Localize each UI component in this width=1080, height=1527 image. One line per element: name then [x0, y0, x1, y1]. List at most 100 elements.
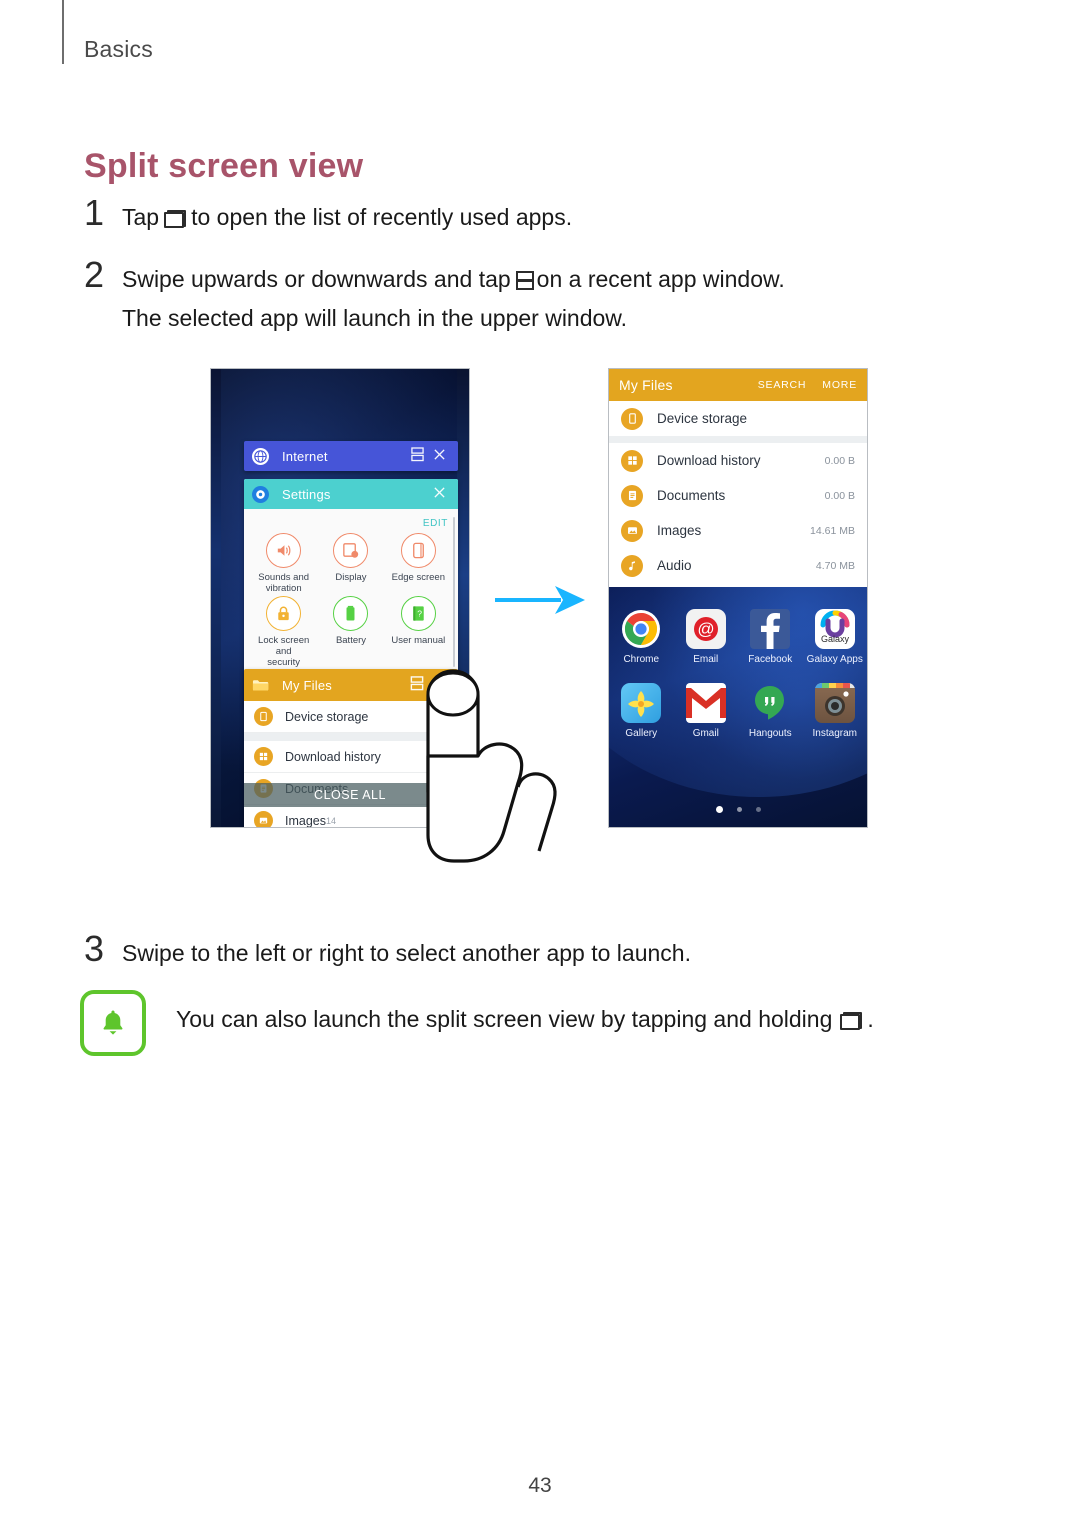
settings-tile[interactable]: ? User manual	[385, 596, 452, 668]
page-dot[interactable]	[736, 807, 742, 812]
bell-icon	[80, 990, 146, 1056]
file-size: 0.00 B	[824, 489, 855, 502]
app-label: Hangouts	[748, 728, 792, 739]
file-list-item[interactable]: Documents	[244, 773, 458, 805]
settings-tile[interactable]: Edge screen	[385, 533, 452, 594]
app-label: Gmail	[692, 728, 719, 739]
app-icon-gallery[interactable]: Gallery	[609, 683, 674, 739]
split-screen-icon	[515, 271, 534, 290]
email-icon: @	[685, 609, 726, 649]
file-list-item[interactable]: Images 14	[244, 805, 458, 828]
wallpaper-sheen	[217, 369, 469, 827]
settings-scrollbar[interactable]	[453, 517, 455, 667]
app-grid: Chrome @ Email Facebook Galaxy Galaxy Ap…	[609, 609, 867, 739]
page-dot-active[interactable]	[715, 806, 723, 813]
recent-card-settings[interactable]: Settings EDIT Sounds and vibration Displ…	[244, 479, 458, 709]
app-icon-gmail[interactable]: Gmail	[674, 683, 739, 739]
step-2-number: 2	[84, 254, 105, 295]
settings-tile-label: Edge screen	[391, 572, 445, 583]
step-3: 3 Swipe to the left or right to select a…	[84, 931, 691, 974]
file-list-item[interactable]: Device storage	[244, 701, 458, 733]
settings-tile[interactable]: Battery	[317, 596, 384, 668]
step-2: 2 Swipe upwards or downwards and tap on a…	[84, 254, 785, 300]
settings-tile-label: User manual	[391, 635, 446, 646]
file-list-item-label: Device storage	[285, 709, 369, 724]
search-button[interactable]: SEARCH	[758, 379, 807, 391]
file-list-item-label: Device storage	[657, 411, 748, 426]
document-icon	[254, 779, 273, 798]
step-2-text-after: on a recent app window.	[536, 266, 785, 292]
page-corner-rule	[62, 0, 64, 64]
split-screen-icon[interactable]	[406, 447, 428, 465]
card-app-name: My Files	[282, 677, 332, 693]
step-2-subtext: The selected app will launch in the uppe…	[122, 305, 628, 331]
file-list-item-label: Documents	[285, 781, 349, 796]
recents-icon	[164, 210, 187, 228]
galaxy-badge-text: Galaxy	[821, 634, 850, 644]
home-page-indicator[interactable]	[609, 806, 867, 813]
phone-edge-left	[211, 369, 221, 827]
file-list-item[interactable]: Documents 0.00 B	[609, 478, 867, 513]
card-title-bar: Internet	[244, 441, 458, 471]
lock-icon	[266, 596, 302, 631]
file-list-item-label: Download history	[285, 749, 381, 764]
step-1-text-after: to open the list of recently used apps.	[191, 204, 573, 230]
document-icon	[621, 484, 643, 507]
edit-button[interactable]: EDIT	[423, 518, 448, 529]
home-screen-panel: Chrome @ Email Facebook Galaxy Galaxy Ap…	[609, 587, 867, 827]
close-icon[interactable]	[428, 486, 450, 502]
download-icon	[621, 449, 643, 472]
manual-icon: ?	[400, 596, 436, 631]
battery-icon	[333, 596, 369, 631]
settings-tile[interactable]: Sounds and vibration	[250, 533, 317, 594]
app-icon-instagram[interactable]: Instagram	[803, 683, 868, 739]
file-list-item-label: Download history	[657, 453, 761, 468]
list-divider	[609, 436, 867, 443]
app-icon-chrome[interactable]: Chrome	[609, 609, 674, 665]
more-button[interactable]: MORE	[822, 379, 857, 391]
file-size: 14.61 MB	[810, 524, 855, 537]
speaker-icon	[266, 533, 302, 568]
file-list-item[interactable]: Device storage	[609, 401, 867, 436]
card-title-bar: Settings	[244, 479, 458, 509]
page-dot[interactable]	[755, 807, 761, 812]
app-label: Facebook	[748, 654, 793, 665]
close-icon[interactable]	[428, 677, 450, 693]
recent-card-my-files[interactable]: My Files Device storage Download history…	[244, 669, 458, 828]
wallpaper-swoosh	[609, 587, 867, 797]
file-list-item-label: Images	[285, 813, 326, 828]
settings-tile-label: Lock screen and security	[258, 635, 310, 668]
split-screen-icon[interactable]	[406, 676, 428, 694]
svg-text:?: ?	[417, 609, 422, 619]
app-icon-galaxy-apps[interactable]: Galaxy Galaxy Apps	[803, 609, 868, 665]
recent-card-internet[interactable]: Internet	[244, 441, 458, 471]
file-list-item[interactable]: Images 14.61 MB	[609, 513, 867, 548]
app-icon-email[interactable]: @ Email	[674, 609, 739, 665]
finger-tap-icon	[426, 669, 557, 863]
app-label: Instagram	[812, 728, 857, 739]
step-1: 1 Tap to open the list of recently used a…	[84, 195, 573, 238]
file-list-item[interactable]: Audio 4.70 MB	[609, 548, 867, 583]
app-title: My Files	[619, 377, 673, 393]
file-list-item-label: Audio	[657, 558, 692, 573]
app-label: Galaxy Apps	[806, 654, 863, 665]
close-icon[interactable]	[428, 448, 450, 464]
right-phone-screenshot: My Files SEARCH MORE Device storage Down…	[608, 368, 868, 828]
phone-edge-right	[457, 369, 469, 827]
settings-tile-label: Sounds and vibration	[258, 572, 310, 594]
note-text-after: .	[867, 1006, 874, 1032]
arrow-right-icon	[493, 580, 593, 625]
close-all-button[interactable]: CLOSE ALL	[244, 783, 456, 807]
settings-edit-row: EDIT	[244, 509, 458, 531]
file-list-item[interactable]: Download history 0.00 B	[609, 443, 867, 478]
app-icon-hangouts[interactable]: Hangouts	[738, 683, 803, 739]
file-list-item[interactable]: Download history	[244, 741, 458, 773]
note-text: You can also launch the split screen vie…	[176, 990, 874, 1048]
audio-icon	[621, 554, 643, 577]
settings-tile[interactable]: Lock screen and security	[250, 596, 317, 668]
app-icon-facebook[interactable]: Facebook	[738, 609, 803, 665]
settings-tile[interactable]: Display	[317, 533, 384, 594]
edge-screen-icon	[400, 533, 436, 568]
card-app-name: Internet	[282, 448, 328, 464]
svg-text:@: @	[697, 620, 714, 639]
